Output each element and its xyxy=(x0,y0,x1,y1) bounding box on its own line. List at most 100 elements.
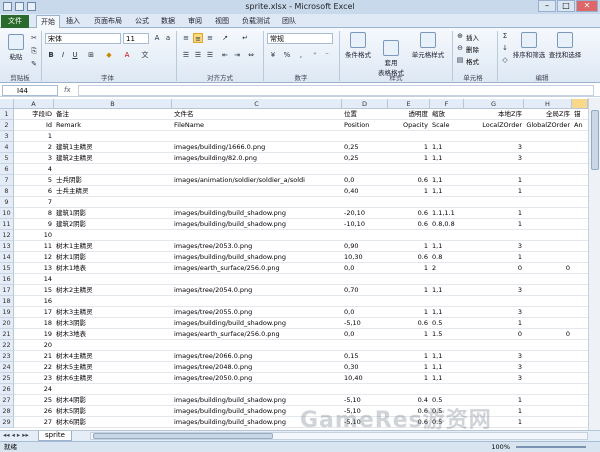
tab-view[interactable]: 视图 xyxy=(215,15,229,28)
cell[interactable]: 3 xyxy=(464,307,524,318)
sort-filter-button[interactable]: 排序和筛选 xyxy=(512,32,546,59)
cell[interactable] xyxy=(342,274,388,285)
tab-file[interactable]: 文件 xyxy=(1,15,29,28)
row-header[interactable]: 15 xyxy=(0,263,14,274)
table-format-button[interactable]: 套用 表格格式 xyxy=(375,32,407,77)
cell[interactable]: 1 xyxy=(388,263,430,274)
cell[interactable] xyxy=(342,131,388,142)
cell[interactable] xyxy=(430,164,464,175)
cell[interactable]: 0,25 xyxy=(342,153,388,164)
cell[interactable] xyxy=(342,296,388,307)
cell[interactable]: 树木3阴影 xyxy=(54,318,172,329)
column-header-h[interactable]: H xyxy=(524,99,572,109)
cell[interactable]: 13 xyxy=(14,263,54,274)
cell[interactable] xyxy=(572,252,588,263)
cell[interactable] xyxy=(54,131,172,142)
cell[interactable]: 1,1 xyxy=(430,186,464,197)
cell[interactable] xyxy=(172,186,342,197)
row-header[interactable]: 12 xyxy=(0,230,14,241)
cell[interactable] xyxy=(524,351,572,362)
cell[interactable]: 3 xyxy=(464,285,524,296)
cell[interactable]: 0.6 xyxy=(388,208,430,219)
cell[interactable] xyxy=(172,230,342,241)
cell[interactable] xyxy=(524,406,572,417)
column-header-g[interactable]: G xyxy=(464,99,524,109)
cell[interactable]: 树木1主精灵 xyxy=(54,241,172,252)
insert-cells-button[interactable]: 插入 xyxy=(466,32,479,42)
cell[interactable] xyxy=(524,307,572,318)
cell[interactable] xyxy=(430,340,464,351)
cell[interactable]: 26 xyxy=(14,406,54,417)
cell[interactable] xyxy=(172,197,342,208)
cell[interactable]: 1,1 xyxy=(430,362,464,373)
cell[interactable]: images/building/82.0.png xyxy=(172,153,342,164)
row-header[interactable]: 2 xyxy=(0,120,14,131)
tab-page-layout[interactable]: 页面布局 xyxy=(94,15,122,28)
cell[interactable] xyxy=(464,230,524,241)
cell[interactable]: 5 xyxy=(14,175,54,186)
column-header-b[interactable]: B xyxy=(54,99,172,109)
copy-icon[interactable]: ⎘ xyxy=(29,46,39,56)
cell[interactable]: images/earth_surface/256.0.png xyxy=(172,263,342,274)
cell[interactable] xyxy=(172,296,342,307)
tab-home[interactable]: 开始 xyxy=(36,15,60,28)
cell[interactable] xyxy=(430,230,464,241)
cell[interactable] xyxy=(524,230,572,241)
cell[interactable] xyxy=(388,296,430,307)
italic-icon[interactable]: I xyxy=(58,50,68,60)
column-header-f[interactable]: F xyxy=(430,99,464,109)
cell[interactable]: LocalZOrder xyxy=(464,120,524,131)
cell[interactable] xyxy=(572,406,588,417)
cell[interactable]: 树木6主精灵 xyxy=(54,373,172,384)
format-cells-button[interactable]: 格式 xyxy=(466,56,479,66)
cell[interactable]: images/building/build_shadow.png xyxy=(172,252,342,263)
cell[interactable] xyxy=(572,131,588,142)
cell[interactable]: 19 xyxy=(14,329,54,340)
cell[interactable]: 1 xyxy=(388,142,430,153)
cell[interactable]: 1,1 xyxy=(430,351,464,362)
number-format-select[interactable]: 常规 xyxy=(267,33,333,44)
cell[interactable]: 1,1 xyxy=(430,307,464,318)
cell[interactable]: GlobalZOrder xyxy=(524,120,572,131)
cell[interactable]: 锚 xyxy=(572,109,588,120)
cell[interactable] xyxy=(464,197,524,208)
cell[interactable] xyxy=(524,252,572,263)
phonetic-icon[interactable]: 文 xyxy=(140,50,150,60)
borders-icon[interactable]: ⊞ xyxy=(86,50,96,60)
row-header[interactable]: 27 xyxy=(0,395,14,406)
cell[interactable]: 1 xyxy=(388,153,430,164)
cell[interactable]: 树木5主精灵 xyxy=(54,362,172,373)
cell[interactable]: 20 xyxy=(14,340,54,351)
cell[interactable] xyxy=(572,351,588,362)
row-header[interactable]: 14 xyxy=(0,252,14,263)
cell[interactable] xyxy=(572,373,588,384)
column-header-e[interactable]: E xyxy=(388,99,430,109)
cell[interactable]: 1 xyxy=(388,186,430,197)
cell[interactable] xyxy=(524,373,572,384)
tab-team[interactable]: 团队 xyxy=(282,15,296,28)
cell[interactable]: images/tree/2066.0.png xyxy=(172,351,342,362)
cell[interactable]: images/tree/2048.0.png xyxy=(172,362,342,373)
cell[interactable] xyxy=(572,296,588,307)
cell[interactable] xyxy=(572,362,588,373)
font-color-icon[interactable]: A xyxy=(122,50,132,60)
cell[interactable]: FileName xyxy=(172,120,342,131)
cell[interactable]: 1,1 xyxy=(430,175,464,186)
cell[interactable] xyxy=(524,241,572,252)
column-header-a[interactable]: A xyxy=(14,99,54,109)
font-name-select[interactable]: 宋体 xyxy=(45,33,121,44)
cell[interactable] xyxy=(524,417,572,428)
wrap-text-icon[interactable]: ↵ xyxy=(240,33,250,43)
cell[interactable]: 备注 xyxy=(54,109,172,120)
cell[interactable] xyxy=(430,197,464,208)
cell[interactable]: images/tree/2054.0.png xyxy=(172,285,342,296)
cell[interactable]: 位置 xyxy=(342,109,388,120)
cell[interactable]: 文件名 xyxy=(172,109,342,120)
column-header-i[interactable] xyxy=(572,99,588,109)
zoom-slider[interactable] xyxy=(516,446,586,448)
cell[interactable] xyxy=(524,274,572,285)
align-center-icon[interactable]: ☰ xyxy=(193,50,203,60)
format-cells-icon[interactable]: ▤ xyxy=(455,55,465,65)
cell[interactable]: images/building/build_shadow.png xyxy=(172,318,342,329)
fill-color-icon[interactable]: ◆ xyxy=(104,50,114,60)
